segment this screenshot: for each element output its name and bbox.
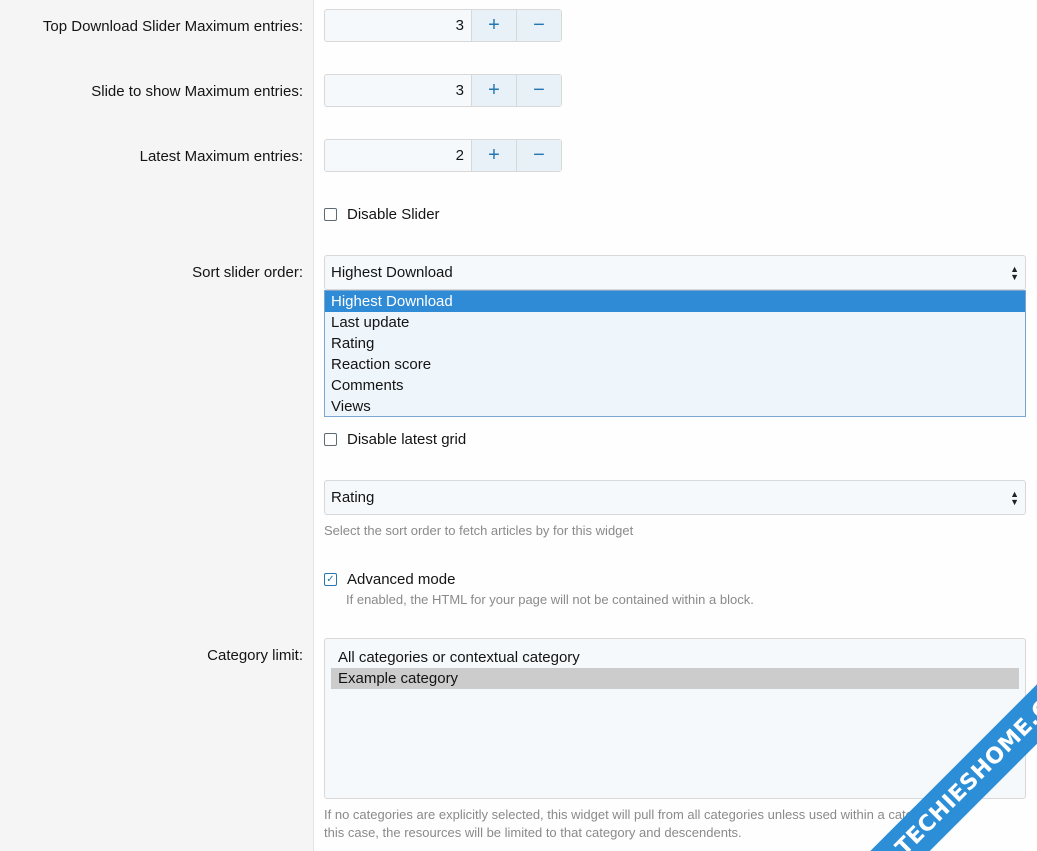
sort-slider-dropdown: Highest Download Last update Rating Reac… xyxy=(324,290,1026,417)
increment-button[interactable]: + xyxy=(471,10,516,41)
checkbox-box[interactable] xyxy=(324,208,337,221)
disable-slider-label: Disable Slider xyxy=(347,206,440,223)
label-column xyxy=(0,0,314,851)
disable-latest-grid-label: Disable latest grid xyxy=(347,431,467,448)
top-download-label: Top Download Slider Maximum entries: xyxy=(42,18,303,35)
slide-to-show-label: Slide to show Maximum entries: xyxy=(91,83,303,100)
top-download-stepper: 3 + − xyxy=(324,9,562,42)
dropdown-option[interactable]: Rating xyxy=(325,333,1025,354)
disable-slider-checkbox[interactable]: Disable Slider xyxy=(324,206,440,223)
latest-input[interactable]: 2 xyxy=(325,140,471,171)
dropdown-option[interactable]: Reaction score xyxy=(325,354,1025,375)
decrement-button[interactable]: − xyxy=(516,140,561,171)
sort-slider-value: Highest Download xyxy=(331,264,453,281)
disable-latest-grid-checkbox[interactable]: Disable latest grid xyxy=(324,431,466,448)
dropdown-option[interactable]: Last update xyxy=(325,312,1025,333)
checkbox-box[interactable] xyxy=(324,433,337,446)
sort-order-value: Rating xyxy=(331,489,375,506)
dropdown-option[interactable]: Highest Download xyxy=(325,291,1025,312)
advanced-mode-hint: If enabled, the HTML for your page will … xyxy=(346,592,754,607)
sort-slider-select[interactable]: Highest Download ▲ ▼ xyxy=(324,255,1026,290)
advanced-mode-label: Advanced mode xyxy=(347,571,456,588)
select-arrows-icon: ▲ ▼ xyxy=(1010,488,1019,507)
sort-order-select[interactable]: Rating ▲ ▼ xyxy=(324,480,1026,515)
top-download-input[interactable]: 3 xyxy=(325,10,471,41)
advanced-mode-checkbox[interactable]: ✓ Advanced mode xyxy=(324,571,455,588)
sort-order-hint: Select the sort order to fetch articles … xyxy=(324,523,634,538)
decrement-button[interactable]: − xyxy=(516,10,561,41)
select-arrows-icon: ▲ ▼ xyxy=(1010,263,1019,282)
dropdown-option[interactable]: Views xyxy=(325,396,1025,417)
category-limit-label: Category limit: xyxy=(207,647,303,664)
slide-to-show-input[interactable]: 3 xyxy=(325,75,471,106)
watermark-text: TECHIESHOME.COM xyxy=(860,652,1037,851)
watermark-logo: TECHIESHOME.COM xyxy=(858,652,1037,851)
sort-slider-label: Sort slider order: xyxy=(192,264,303,281)
slide-to-show-stepper: 3 + − xyxy=(324,74,562,107)
latest-label: Latest Maximum entries: xyxy=(139,148,303,165)
decrement-button[interactable]: − xyxy=(516,75,561,106)
increment-button[interactable]: + xyxy=(471,75,516,106)
increment-button[interactable]: + xyxy=(471,140,516,171)
latest-stepper: 2 + − xyxy=(324,139,562,172)
dropdown-option[interactable]: Comments xyxy=(325,375,1025,396)
checkmark-icon[interactable]: ✓ xyxy=(324,573,337,586)
